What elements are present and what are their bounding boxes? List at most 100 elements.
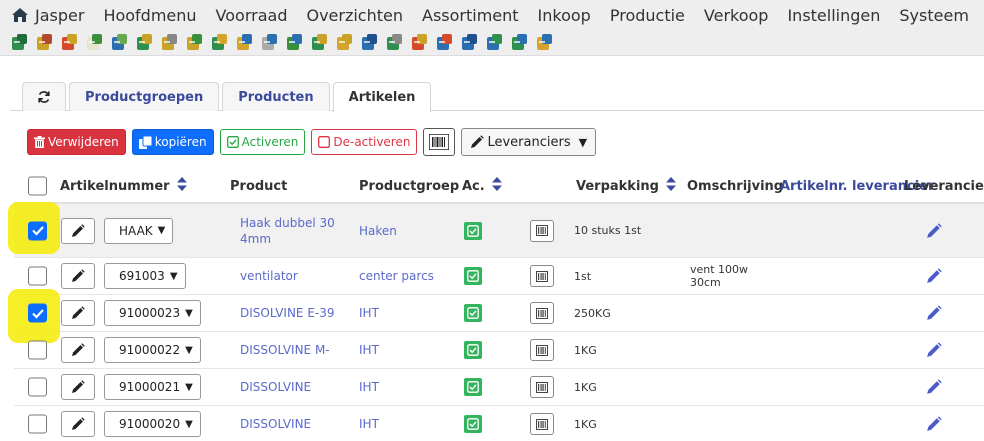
package-add-icon[interactable] [185, 33, 204, 52]
product-link[interactable]: ventilator [240, 258, 350, 294]
shovel-icon[interactable] [160, 33, 179, 52]
productgroep-link[interactable]: IHT [359, 406, 379, 441]
productgroep-link[interactable]: IHT [359, 332, 379, 368]
pencil-icon[interactable] [926, 222, 942, 239]
col-verpakking[interactable]: Verpakking [576, 170, 676, 202]
doc-stack-icon[interactable] [385, 33, 404, 52]
home-menu[interactable]: Jasper [0, 6, 84, 25]
table-row[interactable]: 91000022 ▼ DISSOLVINE M- IHT 1KG [14, 332, 984, 369]
row-checkbox[interactable] [28, 266, 47, 286]
productgroep-link[interactable]: Haken [359, 204, 397, 257]
edit-row-button[interactable] [61, 374, 95, 400]
product-link[interactable]: DISOLVINE E-39 [240, 295, 350, 331]
select-all-checkbox[interactable] [28, 176, 47, 196]
row-checkbox[interactable] [28, 414, 47, 434]
artikelnummer-dropdown[interactable]: 91000023 ▼ [104, 300, 201, 326]
pencil-icon[interactable] [926, 268, 942, 284]
table-row[interactable]: 91000021 ▼ DISSOLVINE IHT 1KG [14, 369, 984, 406]
home-icon[interactable] [11, 7, 29, 23]
inventory-icon[interactable] [60, 33, 79, 52]
sort-icon[interactable] [491, 177, 502, 195]
cube-arrow-icon[interactable] [485, 33, 504, 52]
menu-inkoop[interactable]: Inkoop [538, 6, 591, 25]
report-icon[interactable] [285, 33, 304, 52]
edit-doc-icon[interactable] [35, 33, 54, 52]
zoom-icon[interactable] [260, 33, 279, 52]
deactivate-button[interactable]: De-activeren [311, 129, 418, 155]
tab-producten[interactable]: Producten [222, 82, 330, 111]
grid-icon[interactable] [110, 33, 129, 52]
sort-icon[interactable] [176, 177, 187, 195]
active-check-icon[interactable] [464, 221, 482, 240]
dispatch-icon[interactable] [360, 33, 379, 52]
artikelnummer-dropdown[interactable]: 91000020 ▼ [104, 411, 201, 437]
product-link[interactable]: DISSOLVINE M- [240, 332, 350, 368]
delete-button[interactable]: Verwijderen [27, 129, 126, 155]
box-icon[interactable] [135, 33, 154, 52]
row-barcode-button[interactable] [530, 302, 554, 324]
product-link[interactable]: DISSOLVINE [240, 406, 350, 441]
product-link[interactable]: DISSOLVINE [240, 369, 350, 405]
form-icon[interactable] [410, 33, 429, 52]
menu-voorraad[interactable]: Voorraad [216, 6, 288, 25]
artikelnummer-dropdown[interactable]: 91000021 ▼ [104, 374, 201, 400]
menu-verkoop[interactable]: Verkoop [704, 6, 769, 25]
cube-add-icon[interactable] [510, 33, 529, 52]
row-barcode-button[interactable] [530, 413, 554, 435]
col-active[interactable]: Ac. [462, 170, 502, 202]
artikelnummer-dropdown[interactable]: 691003 ▼ [104, 263, 186, 289]
col-artikelnummer[interactable]: Artikelnummer [60, 170, 187, 202]
menu-assortiment[interactable]: Assortiment [422, 6, 519, 25]
col-product[interactable]: Product [230, 170, 287, 202]
doc-edit-icon[interactable] [435, 33, 454, 52]
productgroep-link[interactable]: IHT [359, 295, 379, 331]
active-check-icon[interactable] [464, 341, 482, 359]
productgroep-link[interactable]: center parcs [359, 258, 434, 294]
active-check-icon[interactable] [464, 267, 482, 285]
row-barcode-button[interactable] [530, 219, 554, 242]
sort-icon[interactable] [665, 177, 676, 195]
table-row[interactable]: 691003 ▼ ventilator center parcs 1st vent 100… [14, 258, 984, 295]
pencil-icon[interactable] [926, 379, 942, 395]
product-link[interactable]: Haak dubbel 30 4mm [240, 204, 350, 257]
table-row[interactable]: 91000023 ▼ DISOLVINE E-39 IHT 250KG [14, 295, 984, 332]
productgroep-link[interactable]: IHT [359, 369, 379, 405]
col-productgroep[interactable]: Productgroep [359, 170, 459, 202]
row-checkbox[interactable] [28, 221, 47, 240]
edit-row-button[interactable] [61, 300, 95, 326]
tab-artikelen[interactable]: Artikelen [332, 82, 432, 112]
table-row[interactable]: 91000020 ▼ DISSOLVINE IHT 1KG [14, 406, 984, 441]
row-barcode-button[interactable] [530, 265, 554, 287]
artikelnummer-dropdown[interactable]: 91000022 ▼ [104, 337, 201, 363]
menu-productie[interactable]: Productie [610, 6, 685, 25]
menu-overzichten[interactable]: Overzichten [306, 6, 403, 25]
cube-blue-icon[interactable] [460, 33, 479, 52]
row-barcode-button[interactable] [530, 339, 554, 361]
cube-icon[interactable] [335, 33, 354, 52]
row-barcode-button[interactable] [530, 376, 554, 398]
note-icon[interactable] [85, 33, 104, 52]
col-omschrijving[interactable]: Omschrijving [687, 170, 783, 202]
pencil-icon[interactable] [926, 305, 942, 321]
pencil-icon[interactable] [926, 342, 942, 358]
doc-check-icon[interactable] [310, 33, 329, 52]
menu-instellingen[interactable]: Instellingen [787, 6, 880, 25]
active-check-icon[interactable] [464, 304, 482, 322]
menu-systeem[interactable]: Systeem [899, 6, 969, 25]
module-icon[interactable] [10, 33, 29, 52]
table-row[interactable]: HAAK ▼ Haak dubbel 30 4mm Haken 10 stuks 1st [14, 204, 984, 258]
pencil-icon[interactable] [926, 416, 942, 432]
edit-row-button[interactable] [61, 411, 95, 437]
user-search-icon[interactable] [535, 33, 554, 52]
edit-row-button[interactable] [61, 217, 95, 244]
copy-button[interactable]: kopiëren [131, 129, 214, 155]
edit-row-button[interactable] [61, 337, 95, 363]
tab-productgroepen[interactable]: Productgroepen [69, 82, 220, 111]
row-checkbox[interactable] [28, 303, 47, 323]
active-check-icon[interactable] [464, 415, 482, 433]
row-checkbox[interactable] [28, 340, 47, 360]
search-icon[interactable] [235, 33, 254, 52]
activate-button[interactable]: Activeren [219, 129, 306, 155]
artikelnummer-dropdown[interactable]: HAAK ▼ [104, 217, 174, 244]
row-checkbox[interactable] [28, 377, 47, 397]
